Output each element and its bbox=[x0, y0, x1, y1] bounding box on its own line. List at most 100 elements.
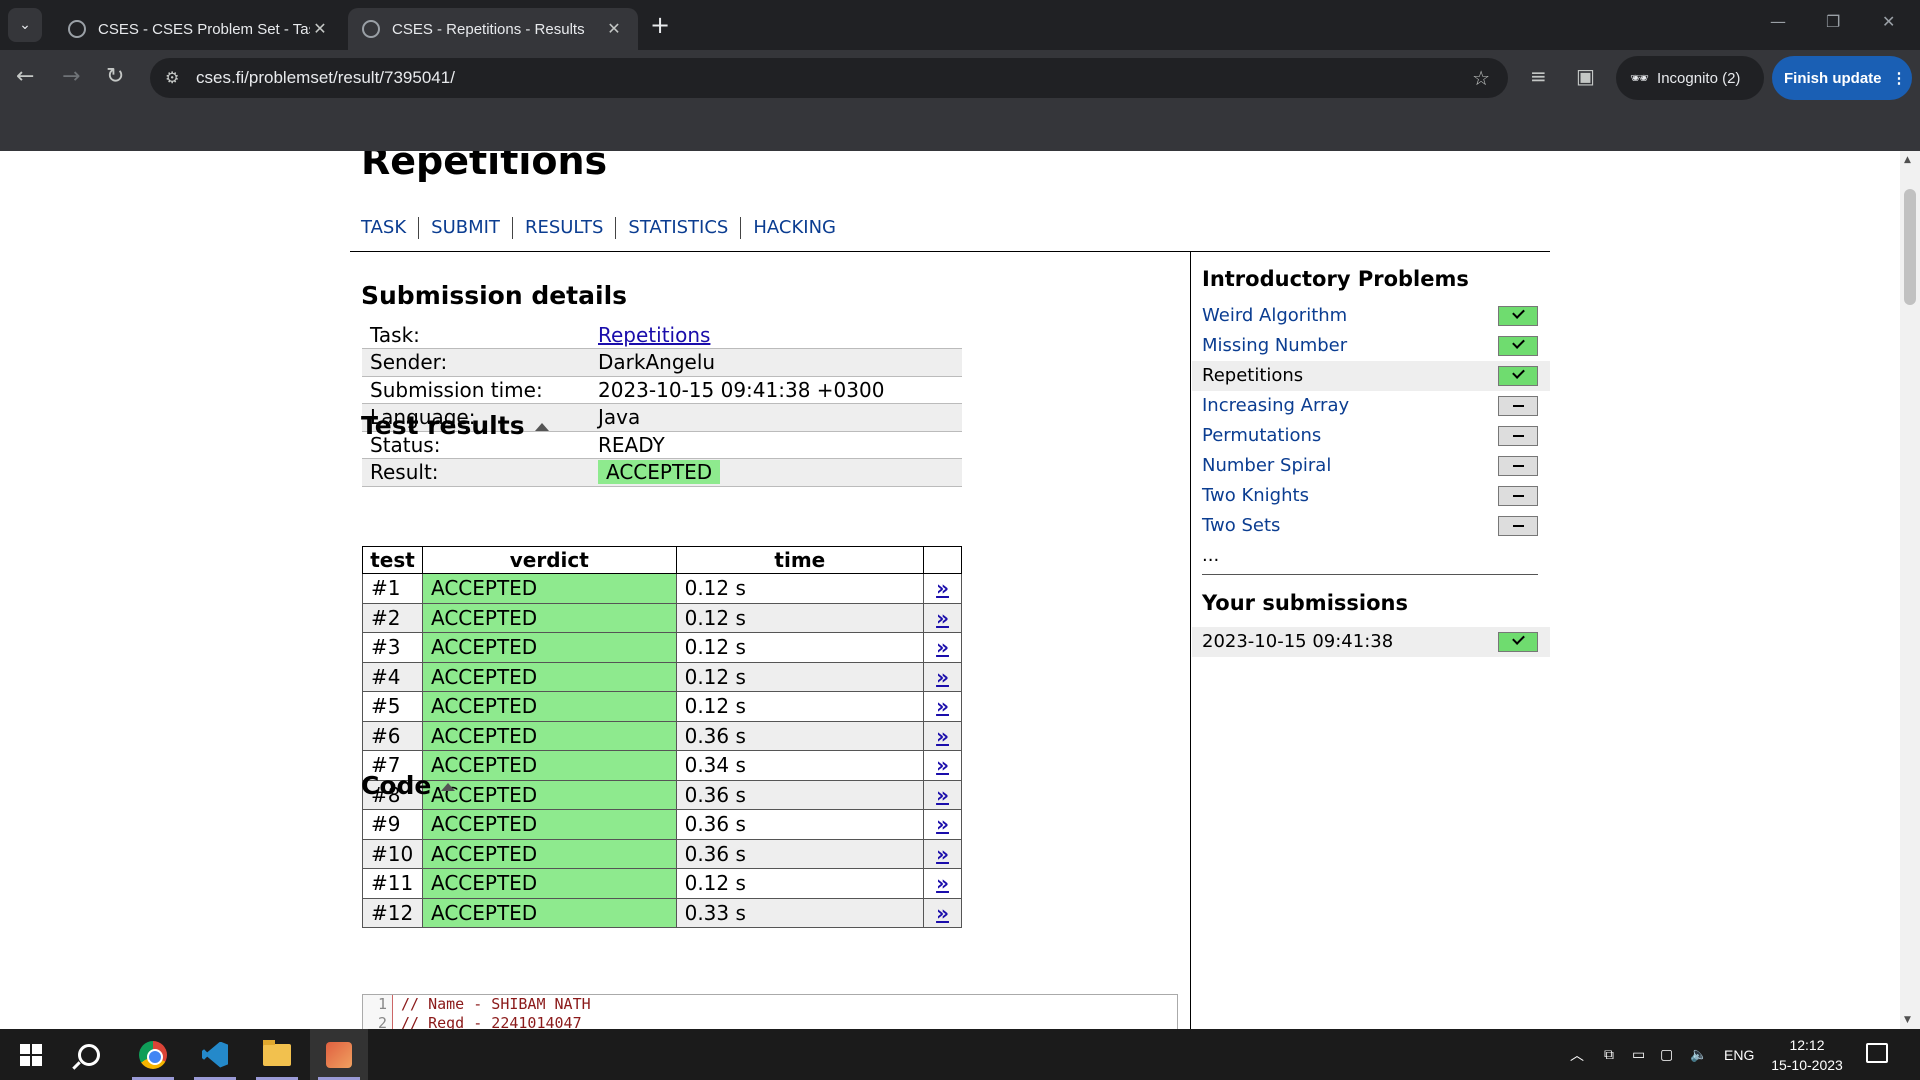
test-details-link[interactable]: » bbox=[923, 691, 962, 722]
reload-icon[interactable]: ↻ bbox=[106, 64, 124, 89]
incognito-label: Incognito (2) bbox=[1657, 69, 1741, 87]
problem-item[interactable]: Number Spiral bbox=[1192, 451, 1550, 481]
test-details-link[interactable]: » bbox=[923, 897, 962, 928]
show-hidden-icons[interactable]: ︿ bbox=[1570, 1029, 1584, 1080]
test-results-heading[interactable]: Test results bbox=[361, 411, 549, 440]
windows-taskbar: ︿ ⧉ ▭ ▢ 🔈 ENG 12:12 15-10-2023 bbox=[0, 1029, 1920, 1080]
taskbar-vscode[interactable] bbox=[186, 1029, 244, 1080]
test-details-link[interactable]: » bbox=[923, 809, 962, 840]
forward-arrow-icon[interactable]: → bbox=[62, 64, 80, 89]
scroll-up-icon[interactable]: ▲ bbox=[1904, 155, 1911, 165]
table-row: #4 ACCEPTED 0.12 s» bbox=[362, 661, 962, 692]
unsolved-dash-icon bbox=[1498, 486, 1538, 506]
scroll-down-icon[interactable]: ▼ bbox=[1904, 1015, 1911, 1025]
submission-details-table: Task: Repetitions Sender: DarkAngelu Sub… bbox=[362, 321, 962, 487]
address-bar[interactable]: ⚙ cses.fi/problemset/result/7395041/ ☆ bbox=[150, 58, 1508, 98]
problem-item[interactable]: Two Knights bbox=[1192, 481, 1550, 511]
problem-name: Missing Number bbox=[1202, 335, 1348, 356]
volume-icon[interactable]: 🔈 bbox=[1690, 1029, 1707, 1080]
site-info-icon[interactable]: ⚙ bbox=[165, 68, 179, 88]
battery-icon[interactable]: ▭ bbox=[1632, 1029, 1645, 1080]
test-details-link[interactable]: » bbox=[923, 750, 962, 781]
problem-item[interactable]: Increasing Array bbox=[1192, 391, 1550, 421]
code-viewer[interactable]: 1 2 // Name - SHIBAM NATH // Regd - 2241… bbox=[362, 994, 1178, 1029]
task-link[interactable]: Repetitions bbox=[598, 323, 710, 347]
test-time: 0.36 s bbox=[675, 838, 925, 869]
more-problems-link[interactable]: ... bbox=[1192, 541, 1550, 571]
restore-icon[interactable]: ❐ bbox=[1826, 12, 1840, 31]
snipping-tool-icon bbox=[326, 1041, 352, 1068]
problem-item[interactable]: Two Sets bbox=[1192, 511, 1550, 541]
problem-item-current: Repetitions bbox=[1192, 361, 1550, 391]
page-scrollbar[interactable]: ▲ ▼ bbox=[1900, 151, 1920, 1029]
test-details-link[interactable]: » bbox=[923, 720, 962, 751]
taskbar-snipping-tool[interactable] bbox=[310, 1029, 368, 1080]
test-details-link[interactable]: » bbox=[923, 602, 962, 633]
tab-repetitions-results[interactable]: CSES - Repetitions - Results ✕ bbox=[348, 8, 638, 50]
test-time: 0.12 s bbox=[675, 602, 925, 633]
table-row: #2 ACCEPTED 0.12 s» bbox=[362, 602, 962, 633]
incognito-button[interactable]: 🕶 Incognito (2) bbox=[1616, 56, 1764, 100]
close-icon[interactable]: ✕ bbox=[310, 19, 330, 39]
taskbar-chrome[interactable] bbox=[124, 1029, 182, 1080]
problem-name: Weird Algorithm bbox=[1202, 305, 1348, 326]
result-badge: ACCEPTED bbox=[598, 460, 721, 485]
table-row: #3 ACCEPTED 0.12 s» bbox=[362, 632, 962, 663]
test-number: #9 bbox=[362, 809, 423, 840]
nav-divider bbox=[511, 217, 513, 239]
test-time: 0.33 s bbox=[675, 897, 925, 928]
detail-row-task: Task: Repetitions bbox=[362, 321, 962, 349]
media-controls-icon[interactable]: ≡ bbox=[1530, 64, 1547, 88]
notification-icon[interactable] bbox=[1866, 1043, 1888, 1063]
submission-item[interactable]: 2023-10-15 09:41:38 bbox=[1192, 627, 1550, 657]
problem-item[interactable]: Weird Algorithm bbox=[1192, 301, 1550, 331]
test-verdict: ACCEPTED bbox=[421, 897, 677, 928]
detail-key: Result: bbox=[362, 458, 590, 487]
nav-statistics[interactable]: STATISTICS bbox=[628, 217, 728, 238]
nav-results[interactable]: RESULTS bbox=[525, 217, 603, 238]
test-time: 0.12 s bbox=[675, 573, 925, 604]
minimize-icon[interactable]: — bbox=[1770, 12, 1786, 31]
test-verdict: ACCEPTED bbox=[421, 779, 677, 810]
start-button[interactable] bbox=[2, 1029, 60, 1080]
scrollbar-thumb[interactable] bbox=[1904, 189, 1916, 305]
nav-task[interactable]: TASK bbox=[361, 217, 406, 238]
taskbar-search-button[interactable] bbox=[60, 1029, 118, 1080]
problem-list: Weird Algorithm Missing Number Repetitio… bbox=[1192, 301, 1550, 571]
taskbar-file-explorer[interactable] bbox=[248, 1029, 306, 1080]
test-details-link[interactable]: » bbox=[923, 573, 962, 604]
column-header-time: time bbox=[675, 546, 925, 574]
tab-problem-set[interactable]: CSES - CSES Problem Set - Tasks ✕ bbox=[54, 8, 344, 50]
sidebar-section-divider bbox=[1202, 574, 1538, 575]
problem-name: Two Knights bbox=[1202, 485, 1309, 506]
nav-submit[interactable]: SUBMIT bbox=[431, 217, 500, 238]
test-details-link[interactable]: » bbox=[923, 779, 962, 810]
test-time: 0.36 s bbox=[675, 720, 925, 751]
problem-item[interactable]: Missing Number bbox=[1192, 331, 1550, 361]
test-details-link[interactable]: » bbox=[923, 838, 962, 869]
tab-search-button[interactable]: ⌄ bbox=[8, 8, 42, 42]
finish-update-button[interactable]: Finish update ⋮ bbox=[1772, 56, 1912, 100]
test-verdict: ACCEPTED bbox=[421, 691, 677, 722]
problem-item[interactable]: Permutations bbox=[1192, 421, 1550, 451]
side-panel-icon[interactable]: ▣ bbox=[1576, 64, 1595, 88]
test-time: 0.12 s bbox=[675, 632, 925, 663]
back-arrow-icon[interactable]: ← bbox=[16, 64, 34, 89]
test-details-link[interactable]: » bbox=[923, 632, 962, 663]
meet-now-icon[interactable]: ⧉ bbox=[1604, 1029, 1614, 1080]
new-tab-button[interactable]: + bbox=[650, 12, 670, 38]
tab-strip: ⌄ CSES - CSES Problem Set - Tasks ✕ CSES… bbox=[0, 0, 1920, 50]
close-icon[interactable]: ✕ bbox=[604, 19, 624, 39]
test-details-link[interactable]: » bbox=[923, 868, 962, 899]
network-icon[interactable]: ▢ bbox=[1660, 1029, 1673, 1080]
nav-hacking[interactable]: HACKING bbox=[753, 217, 836, 238]
browser-toolbar: ← → ↻ ⚙ cses.fi/problemset/result/739504… bbox=[0, 50, 1920, 106]
taskbar-clock[interactable]: 12:12 15-10-2023 bbox=[1768, 1035, 1846, 1075]
test-details-link[interactable]: » bbox=[923, 661, 962, 692]
test-number: #5 bbox=[362, 691, 423, 722]
chevron-down-icon: ⌄ bbox=[19, 17, 31, 33]
code-heading[interactable]: Code bbox=[361, 771, 456, 800]
bookmark-star-icon[interactable]: ☆ bbox=[1472, 66, 1490, 91]
language-indicator[interactable]: ENG bbox=[1724, 1029, 1754, 1080]
window-close-icon[interactable]: ✕ bbox=[1882, 12, 1895, 31]
